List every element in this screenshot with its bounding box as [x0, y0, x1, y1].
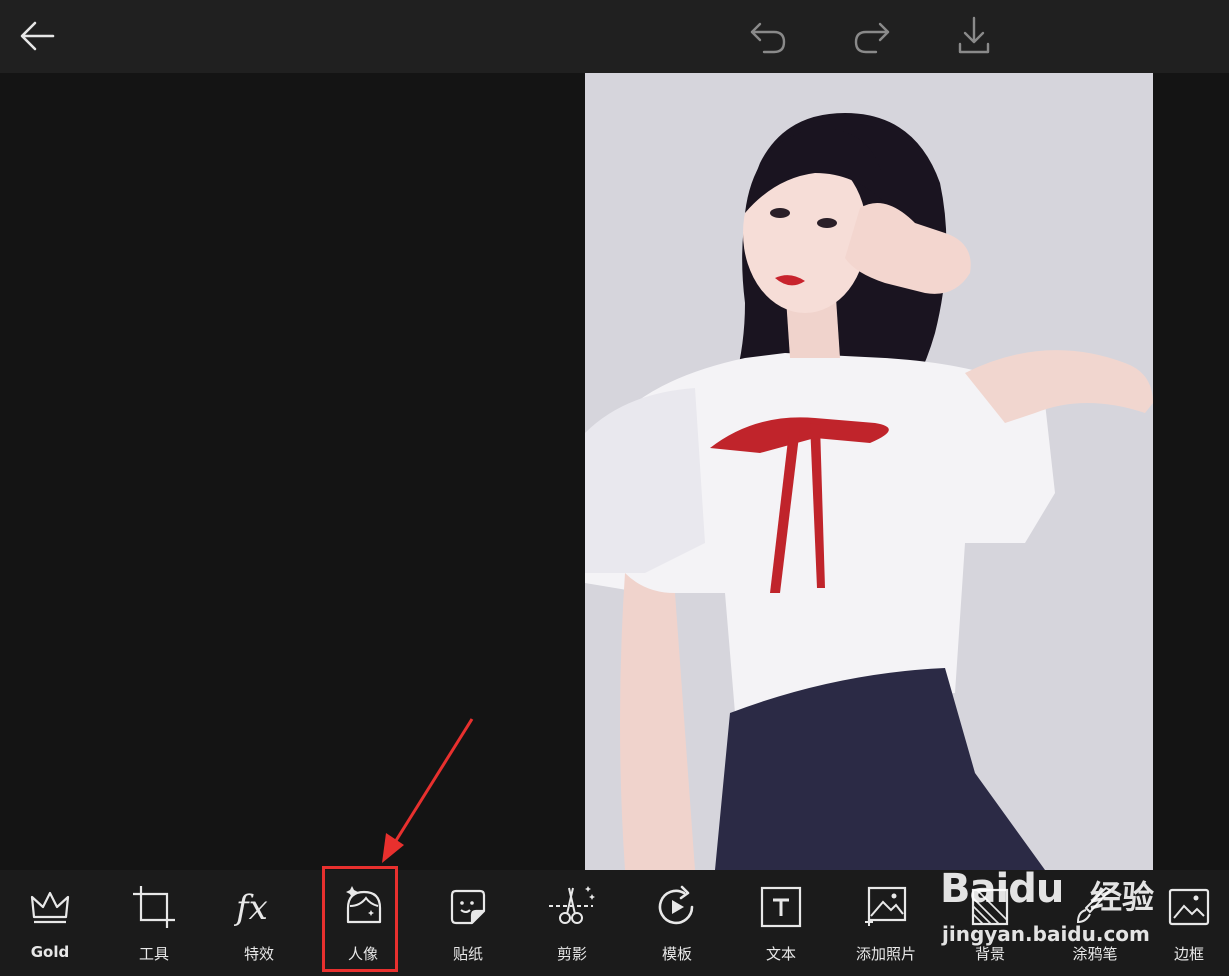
tool-label: 文本 [765, 945, 796, 963]
redo-icon [854, 22, 890, 54]
crop-icon [133, 886, 175, 928]
svg-text:fx: fx [234, 888, 268, 928]
tool-background[interactable]: 背景 [940, 870, 1040, 976]
tool-label: 模板 [661, 945, 692, 963]
frame-icon [1168, 888, 1210, 926]
tool-label: 人像 [347, 945, 378, 963]
tool-effects[interactable]: fx 特效 [209, 870, 309, 976]
back-button[interactable] [14, 14, 60, 58]
fx-icon: fx [234, 888, 268, 928]
tool-crop[interactable]: 工具 [104, 870, 204, 976]
download-button[interactable] [951, 12, 997, 60]
tool-label: 背景 [974, 945, 1005, 963]
redo-button[interactable] [848, 14, 896, 58]
portrait-icon [346, 886, 382, 924]
tool-label: Gold [30, 943, 70, 961]
tool-label: 剪影 [556, 945, 587, 963]
editor-canvas [0, 73, 1229, 870]
template-icon [658, 885, 694, 925]
sticker-icon [450, 889, 486, 925]
undo-icon [750, 22, 786, 54]
text-icon [760, 886, 802, 928]
undo-button[interactable] [744, 14, 792, 58]
arrow-left-icon [20, 21, 55, 51]
tool-label: 贴纸 [452, 945, 483, 963]
tool-template[interactable]: 模板 [627, 870, 727, 976]
tool-frame[interactable]: 边框 [1149, 870, 1229, 976]
tool-text[interactable]: 文本 [731, 870, 831, 976]
top-bar [0, 0, 1229, 73]
tool-portrait[interactable]: 人像 [313, 870, 413, 976]
tool-label: 特效 [243, 945, 274, 963]
tool-label: 边框 [1173, 945, 1204, 963]
bottom-toolbar: Gold 工具 fx 特效 人像 贴纸 剪影 模板 文本 添加照片 背景 涂鸦笔… [0, 870, 1229, 976]
tool-label: 添加照片 [855, 945, 916, 963]
brush-icon [1076, 887, 1111, 924]
download-icon [958, 16, 990, 54]
portrait-photo[interactable] [585, 73, 1153, 870]
portrait-illustration [585, 73, 1153, 870]
add-photo-icon [865, 886, 907, 926]
tool-gold[interactable]: Gold [0, 870, 100, 976]
tool-label: 涂鸦笔 [1072, 945, 1118, 963]
tool-label: 工具 [138, 945, 169, 963]
cutout-icon [549, 886, 595, 924]
tool-brush[interactable]: 涂鸦笔 [1045, 870, 1145, 976]
background-icon [971, 888, 1009, 926]
tool-sticker[interactable]: 贴纸 [418, 870, 518, 976]
crown-icon [30, 891, 70, 924]
tool-add-photo[interactable]: 添加照片 [836, 870, 936, 976]
tool-cutout[interactable]: 剪影 [522, 870, 622, 976]
